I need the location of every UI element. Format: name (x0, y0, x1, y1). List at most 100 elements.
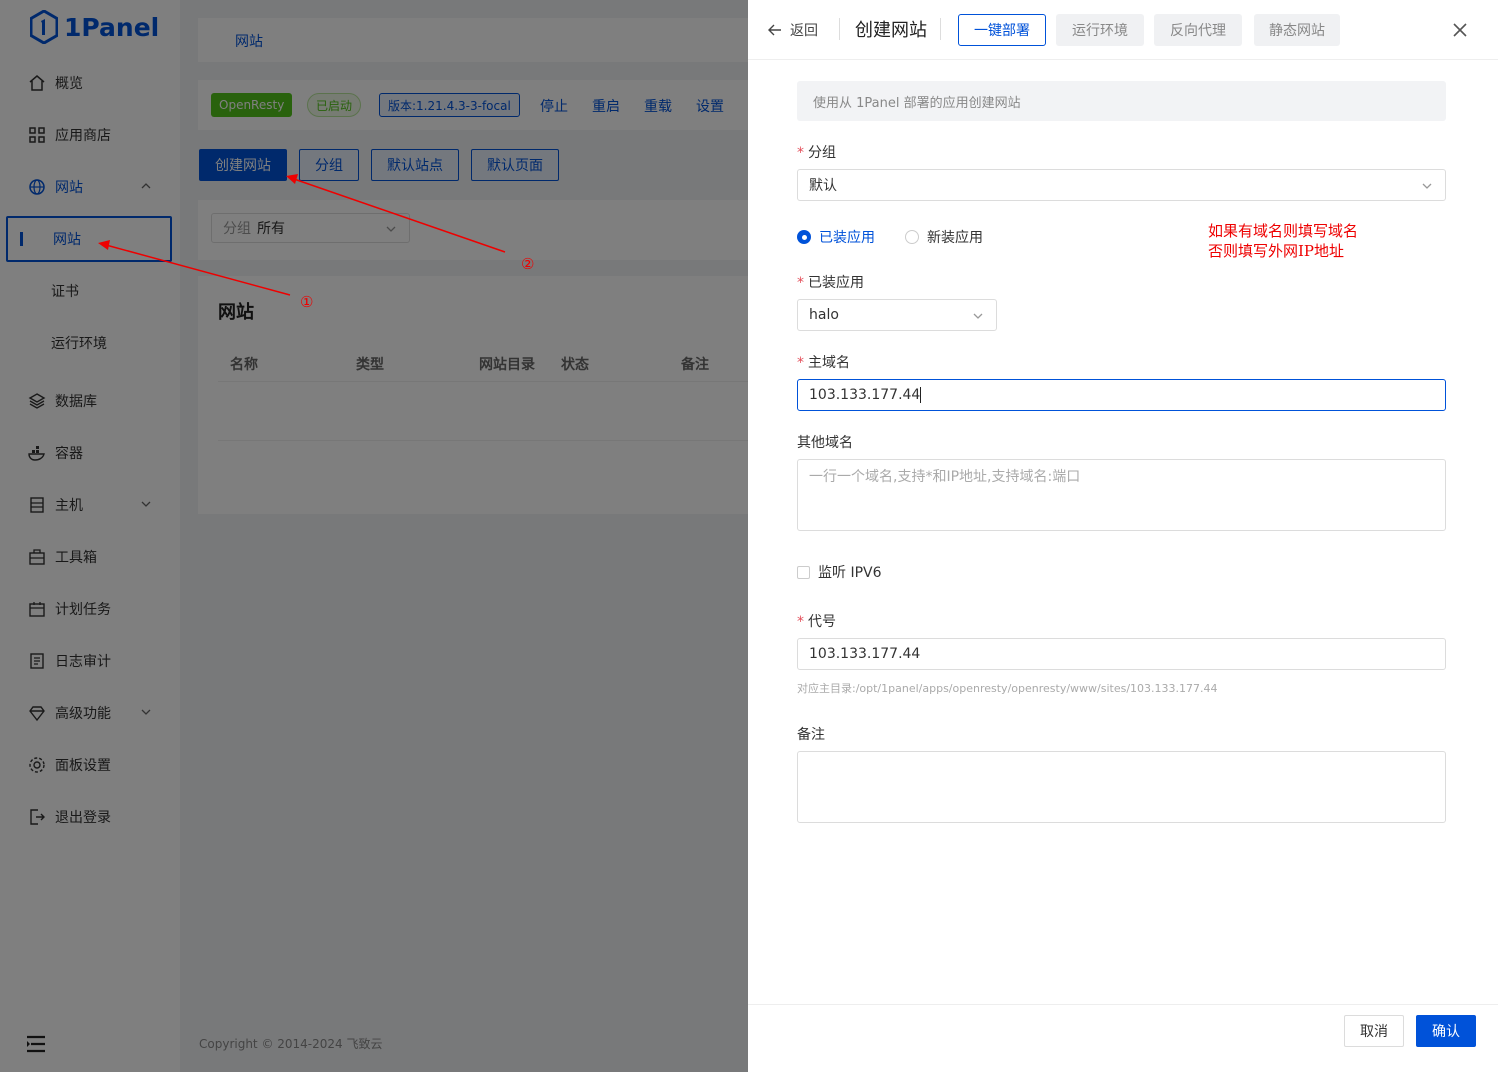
primary-domain-label: * 主域名 (797, 355, 850, 371)
filter-label: 分组 (223, 221, 251, 237)
filter-bar: 分组 所有 (198, 200, 758, 260)
back-label: 返回 (790, 23, 818, 39)
settings-link[interactable]: 设置 (696, 96, 724, 116)
installed-app-value: halo (809, 307, 839, 323)
calendar-icon (28, 600, 46, 618)
radio-unchecked-icon (905, 230, 919, 244)
sidebar-item-database[interactable]: 数据库 (6, 378, 172, 424)
radio-installed-app[interactable]: 已装应用 (797, 227, 875, 247)
page-title: 网站 (218, 302, 254, 323)
column-type[interactable]: 类型 (356, 354, 384, 374)
column-path[interactable]: 网站目录 (479, 354, 535, 374)
home-icon (28, 74, 46, 92)
status-badge: 已启动 (307, 93, 362, 117)
header-divider (940, 18, 941, 40)
logout-icon (28, 808, 46, 826)
sidebar-item-website[interactable]: 网站 (6, 216, 172, 262)
breadcrumb-bar: 网站 (198, 18, 758, 62)
sidebar-item-settings[interactable]: 面板设置 (6, 742, 172, 788)
sidebar-item-label: 应用商店 (55, 128, 111, 144)
default-site-button[interactable]: 默认站点 (371, 149, 459, 181)
filter-value: 所有 (257, 221, 285, 237)
checkbox-icon (797, 565, 810, 579)
sidebar-item-cron[interactable]: 计划任务 (6, 586, 172, 632)
group-select[interactable]: 默认 (797, 169, 1446, 201)
copyright: Copyright © 2014-2024 飞致云 (199, 1037, 383, 1051)
tab-reverse-proxy[interactable]: 反向代理 (1154, 14, 1242, 46)
close-icon[interactable] (1453, 23, 1467, 37)
sidebar-item-label: 数据库 (55, 394, 97, 410)
installed-app-select[interactable]: halo (797, 299, 997, 331)
sidebar-item-logout[interactable]: 退出登录 (6, 794, 172, 840)
sidebar-item-host[interactable]: 主机 (6, 482, 172, 528)
sidebar-item-appstore[interactable]: 应用商店 (6, 112, 172, 158)
sidebar-item-log[interactable]: 日志审计 (6, 638, 172, 684)
back-button[interactable]: 返回 (768, 20, 818, 40)
remark-textarea[interactable] (797, 751, 1446, 823)
create-website-drawer: 返回 创建网站 一键部署 运行环境 反向代理 静态网站 使用从 1Panel 部… (748, 0, 1498, 1072)
text-cursor (920, 387, 922, 403)
sidebar-item-container[interactable]: 容器 (6, 430, 172, 476)
logo-icon (30, 10, 58, 44)
sidebar-item-label: 退出登录 (55, 810, 111, 826)
sidebar-item-label: 面板设置 (55, 758, 111, 774)
sidebar-item-advanced[interactable]: 高级功能 (6, 690, 172, 736)
group-button[interactable]: 分组 (299, 149, 359, 181)
default-page-button[interactable]: 默认页面 (471, 149, 559, 181)
column-name[interactable]: 名称 (230, 354, 258, 374)
main-content: 网站 OpenResty 已启动 版本:1.21.4.3-3-focal 停止 … (180, 0, 758, 1072)
alias-input[interactable]: 103.133.177.44 (797, 638, 1446, 670)
ipv6-checkbox[interactable]: 监听 IPV6 (797, 562, 882, 582)
group-filter-select[interactable]: 分组 所有 (211, 213, 410, 243)
sidebar-item-certificate[interactable]: 证书 (6, 268, 172, 314)
annotation-marker-2: ② (521, 255, 535, 273)
sidebar-item-overview[interactable]: 概览 (6, 60, 172, 106)
installed-app-label: * 已装应用 (797, 275, 864, 291)
primary-domain-input[interactable]: 103.133.177.44 (797, 379, 1446, 411)
tab-runtime[interactable]: 运行环境 (1056, 14, 1144, 46)
menu-collapse-icon[interactable] (26, 1035, 46, 1053)
diamond-icon (28, 704, 46, 722)
other-domains-textarea[interactable]: 一行一个域名,支持*和IP地址,支持域名:端口 (797, 459, 1446, 531)
sidebar-item-label: 网站 (55, 180, 83, 196)
cancel-button[interactable]: 取消 (1344, 1015, 1404, 1047)
version-badge: 版本:1.21.4.3-3-focal (379, 93, 520, 117)
chevron-down-icon (386, 226, 396, 232)
radio-new-app[interactable]: 新装应用 (905, 227, 983, 247)
tab-static-site[interactable]: 静态网站 (1254, 14, 1340, 46)
annotation-marker-1: ① (300, 293, 314, 311)
radio-checked-icon (797, 230, 811, 244)
active-indicator (20, 232, 23, 246)
table-empty-row (218, 440, 758, 441)
annotation-note-line-2: 否则填写外网IP地址 (1208, 242, 1345, 260)
group-label: * 分组 (797, 145, 836, 161)
breadcrumb[interactable]: 网站 (235, 31, 263, 51)
app-name-badge: OpenResty (211, 93, 293, 117)
log-icon (28, 652, 46, 670)
create-website-button[interactable]: 创建网站 (199, 149, 287, 181)
server-icon (28, 496, 46, 514)
app-status-bar: OpenResty 已启动 版本:1.21.4.3-3-focal 停止 重启 … (198, 80, 758, 130)
sidebar-item-runtime[interactable]: 运行环境 (6, 320, 172, 366)
other-domains-placeholder: 一行一个域名,支持*和IP地址,支持域名:端口 (809, 469, 1081, 485)
reload-link[interactable]: 重载 (644, 96, 672, 116)
column-status[interactable]: 状态 (561, 354, 589, 374)
confirm-button[interactable]: 确认 (1416, 1015, 1476, 1047)
info-banner: 使用从 1Panel 部署的应用创建网站 (797, 81, 1446, 121)
column-remark: 备注 (681, 357, 709, 373)
sidebar-item-label: 日志审计 (55, 654, 111, 670)
alias-value: 103.133.177.44 (809, 646, 921, 662)
sidebar-item-label: 计划任务 (55, 602, 111, 618)
sidebar-item-label: 证书 (51, 284, 79, 300)
layers-icon (28, 392, 46, 410)
sidebar-item-website-group[interactable]: 网站 (6, 164, 172, 210)
restart-link[interactable]: 重启 (592, 96, 620, 116)
logo: 1Panel (30, 10, 159, 44)
sidebar-item-toolbox[interactable]: 工具箱 (6, 534, 172, 580)
toolbox-icon (28, 548, 46, 566)
alias-label: * 代号 (797, 614, 836, 630)
docker-icon (28, 444, 46, 462)
tab-one-click-deploy[interactable]: 一键部署 (958, 14, 1046, 46)
chevron-down-icon (141, 709, 151, 715)
stop-link[interactable]: 停止 (540, 96, 568, 116)
